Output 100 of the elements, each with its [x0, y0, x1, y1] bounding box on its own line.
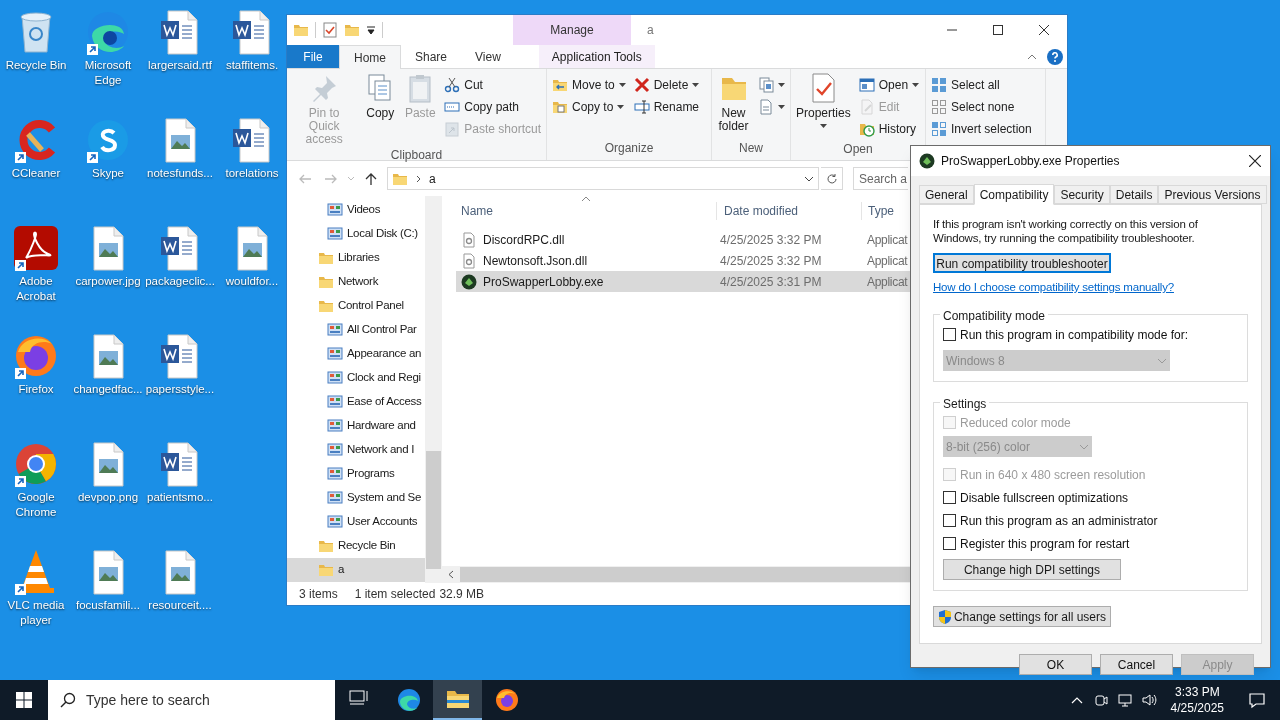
close-icon — [1039, 25, 1049, 35]
dialog-button[interactable]: Cancel — [1100, 654, 1173, 675]
all-users-button[interactable]: Change settings for all users — [933, 606, 1111, 628]
ribbon-button[interactable]: Copy path — [442, 96, 543, 118]
dialog-tab[interactable]: Compatibility — [973, 184, 1055, 205]
nav-item[interactable]: Local Disk (C:) — [287, 222, 425, 246]
nav-item[interactable]: Control Panel — [287, 294, 425, 318]
checkbox-label[interactable]: Disable fullscreen optimizations — [960, 488, 1129, 507]
nav-item[interactable]: System and Se — [287, 486, 425, 510]
ribbon-button[interactable]: Properties — [794, 72, 853, 128]
ribbon-button[interactable]: History — [856, 118, 922, 140]
nav-item[interactable]: Appearance an — [287, 342, 425, 366]
checkbox[interactable] — [943, 328, 956, 342]
shield-icon — [937, 608, 952, 625]
ribbon-button[interactable]: Rename — [631, 96, 702, 118]
taskbar-search-field[interactable]: Type here to search — [48, 680, 335, 720]
checkbox[interactable] — [943, 514, 956, 528]
file-row[interactable]: ProSwapperLobby.exe 4/25/2025 3:31 PM Applicat — [456, 271, 910, 292]
speaker-icon[interactable] — [1140, 692, 1157, 708]
checkbox-label[interactable]: Run this program in compatibility mode for: — [960, 325, 1189, 344]
window-title: a — [647, 22, 654, 39]
nav-item[interactable]: Hardware and — [287, 414, 425, 438]
scroll-left-icon[interactable] — [448, 570, 454, 579]
address-bar[interactable]: a — [387, 167, 819, 190]
nav-item[interactable]: Clock and Regi — [287, 366, 425, 390]
help-link[interactable]: How do I choose compatibility settings manually? — [933, 279, 1248, 297]
ribbon-tab[interactable]: Share — [401, 45, 462, 68]
properties-icon[interactable] — [322, 22, 338, 38]
sort-ascending-icon — [581, 196, 591, 202]
ribbon-tab[interactable]: Home — [339, 45, 401, 69]
checkbox[interactable] — [943, 537, 956, 551]
nav-item[interactable]: Libraries — [287, 246, 425, 270]
taskbar-app-button[interactable] — [433, 680, 482, 720]
nav-item[interactable]: Videos — [287, 198, 425, 222]
dialog-tab[interactable]: Details — [1109, 185, 1159, 204]
nav-item[interactable]: User Accounts — [287, 510, 425, 534]
gear-file-icon — [461, 252, 477, 269]
dialog-tab[interactable]: Previous Versions — [1158, 185, 1267, 204]
nav-item[interactable]: All Control Par — [287, 318, 425, 342]
ribbon-button[interactable]: Select all — [929, 74, 1034, 96]
file-row[interactable]: DiscordRPC.dll 4/25/2025 3:32 PM Applicat — [456, 229, 910, 250]
notifications-icon[interactable] — [1248, 691, 1266, 709]
ribbon-button[interactable]: Copy to — [550, 96, 628, 118]
selection-count: 1 item selected — [354, 586, 436, 603]
browser-icon — [396, 688, 421, 712]
camera-icon[interactable] — [1092, 692, 1109, 708]
dropdown-icon[interactable] — [804, 175, 814, 182]
dialog-tab[interactable]: Security — [1054, 185, 1110, 204]
item-count: 3 items — [299, 586, 338, 603]
customize-toolbar-icon[interactable] — [366, 25, 376, 35]
page-icon — [758, 99, 774, 115]
scrollbar[interactable] — [425, 196, 442, 583]
scrollbar[interactable] — [442, 566, 910, 583]
help-icon[interactable] — [1047, 48, 1063, 65]
ribbon-button[interactable]: Open — [856, 74, 922, 96]
control-panel-icon — [327, 226, 343, 242]
column-header[interactable]: Name — [456, 201, 716, 220]
troubleshooter-button[interactable]: Run compatibility troubleshooter — [933, 253, 1111, 273]
nav-item[interactable]: Network — [287, 270, 425, 294]
ribbon-tab[interactable]: File — [287, 45, 339, 68]
search-field[interactable]: Search a — [853, 167, 908, 190]
nav-item[interactable]: Network and I — [287, 438, 425, 462]
ribbon-button[interactable]: New folder — [715, 72, 752, 133]
new-item-button[interactable] — [756, 74, 787, 96]
checkbox[interactable] — [943, 491, 956, 505]
column-header[interactable]: Date modified — [716, 201, 861, 220]
ribbon-button[interactable]: Invert selection — [929, 118, 1034, 140]
ribbon-group-label: Organize — [604, 140, 654, 157]
ribbon-group-label: New — [739, 140, 763, 157]
ribbon-tab[interactable]: View — [461, 45, 515, 68]
control-panel-icon — [327, 442, 343, 458]
history-icon — [858, 121, 875, 137]
control-panel-icon — [327, 394, 343, 410]
dropdown: 8-bit (256) color — [943, 436, 1092, 458]
chevron-icon — [1079, 443, 1089, 450]
control-panel-icon — [327, 466, 343, 482]
dialog-tab[interactable]: General — [919, 185, 974, 204]
dpi-settings-button[interactable]: Change high DPI settings — [943, 559, 1121, 581]
dropdown: Windows 8 — [943, 350, 1170, 372]
ribbon-button[interactable]: Copy — [362, 72, 399, 120]
ribbon-button[interactable]: Move to — [550, 74, 628, 96]
clock[interactable]: 3:33 PM 4/25/2025 — [1160, 684, 1234, 716]
checkbox-label[interactable]: Register this program for restart — [960, 534, 1130, 553]
nav-item[interactable]: Ease of Access — [287, 390, 425, 414]
dialog-button[interactable]: OK — [1019, 654, 1092, 675]
file-row[interactable]: Newtonsoft.Json.dll 4/25/2025 3:32 PM Applicat — [456, 250, 910, 271]
ribbon-button[interactable]: Delete — [631, 74, 702, 96]
ribbon-button[interactable]: Select none — [929, 96, 1034, 118]
collapse-ribbon-icon[interactable] — [1027, 53, 1037, 60]
nav-item[interactable]: a — [287, 558, 425, 582]
move-icon — [552, 77, 568, 93]
network-icon[interactable] — [1116, 692, 1133, 708]
checkbox-label[interactable]: Run this program as an administrator — [960, 511, 1158, 530]
pdf-app-icon[interactable] — [12, 224, 60, 272]
nav-item[interactable]: Programs — [287, 462, 425, 486]
refresh-button[interactable] — [821, 167, 843, 190]
ribbon-group-label: Open — [843, 141, 873, 158]
ribbon-tab[interactable]: Application Tools — [538, 45, 655, 68]
ribbon-button[interactable]: Cut — [442, 74, 543, 96]
nav-item[interactable]: Recycle Bin — [287, 534, 425, 558]
